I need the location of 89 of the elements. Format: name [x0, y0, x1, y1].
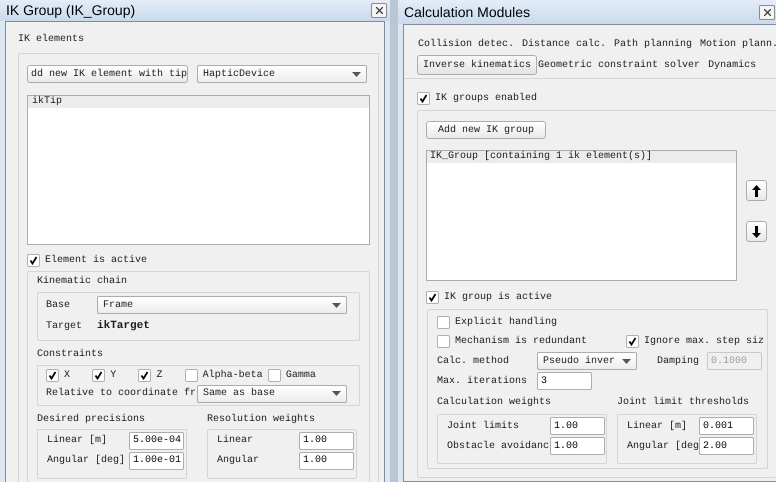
- tab[interactable]: Distance calc.: [521, 34, 608, 54]
- checkbox-label: Element is active: [45, 254, 148, 268]
- tab[interactable]: Collision detec.: [417, 34, 516, 54]
- input-field[interactable]: 1.00: [299, 452, 354, 470]
- checkbox[interactable]: [46, 368, 59, 382]
- checkbox-label: X: [64, 368, 70, 382]
- field-label: Calc. method: [437, 354, 510, 368]
- input-field[interactable]: 2.00: [699, 437, 754, 455]
- field-label: Max. iterations: [437, 374, 528, 388]
- field-label: Angular: [217, 454, 260, 468]
- check-icon: [140, 370, 150, 380]
- dropdown[interactable]: Frame: [97, 296, 347, 314]
- field-label: Linear [m]: [47, 434, 108, 448]
- field-label: Obstacle avoidanc: [447, 440, 550, 454]
- window-title: IK Group (IK_Group): [6, 1, 136, 20]
- checkbox[interactable]: [426, 291, 439, 304]
- tab[interactable]: Geometric constraint solver: [537, 55, 702, 75]
- field-label: Base: [46, 298, 72, 312]
- section-label: Kinematic chain: [37, 276, 128, 287]
- checkbox[interactable]: [138, 368, 152, 382]
- input-field[interactable]: 1.00e-01: [129, 452, 184, 470]
- check-icon: [48, 370, 57, 380]
- move-down-button[interactable]: [746, 221, 767, 242]
- add-element-button[interactable]: dd new IK element with tip: [27, 65, 188, 83]
- checkbox[interactable]: [27, 254, 40, 267]
- caret-icon: [352, 72, 361, 76]
- checkbox-label: Z: [156, 368, 162, 382]
- checkbox[interactable]: [417, 92, 430, 105]
- checkbox-label: Y: [110, 368, 116, 382]
- field-label: Relative to coordinate fr: [46, 386, 197, 401]
- close-button[interactable]: [371, 3, 387, 18]
- window-title: Calculation Modules: [404, 2, 530, 22]
- list-item[interactable]: ikTip: [28, 96, 369, 108]
- close-icon: [764, 8, 770, 16]
- checkbox-label: IK groups enabled: [435, 92, 538, 106]
- move-up-button[interactable]: [746, 180, 767, 201]
- checkbox[interactable]: [92, 368, 106, 382]
- tab[interactable]: Dynamics: [707, 55, 758, 75]
- tab[interactable]: Inverse kinematics: [417, 55, 538, 75]
- checkbox[interactable]: [184, 368, 198, 382]
- checkbox[interactable]: [437, 334, 450, 348]
- section-label: IK elements: [18, 34, 84, 45]
- down-arrow-icon: [752, 226, 761, 238]
- check-icon: [628, 336, 637, 346]
- field-label: Angular [deg]: [47, 454, 126, 468]
- checkbox-label: Ignore max. step siz: [644, 334, 764, 348]
- tab[interactable]: Path planning: [613, 34, 694, 54]
- dropdown[interactable]: Same as base: [197, 384, 347, 402]
- check-icon: [428, 293, 437, 302]
- check-icon: [29, 256, 38, 265]
- input-field[interactable]: 0.001: [699, 417, 754, 435]
- checkbox-label: Explicit handling: [455, 316, 558, 330]
- field-label: Target: [46, 320, 84, 334]
- dropdown[interactable]: Pseudo inver: [537, 352, 637, 370]
- field-label: Joint limits: [447, 420, 520, 434]
- section-label: Constraints: [37, 348, 104, 362]
- checkbox[interactable]: [437, 316, 450, 328]
- checkbox[interactable]: [626, 334, 639, 348]
- input-field[interactable]: 1.00: [299, 432, 354, 450]
- check-icon: [419, 94, 428, 103]
- section-label: Resolution weights: [207, 414, 316, 424]
- checkbox[interactable]: [268, 368, 281, 382]
- list-item[interactable]: IK_Group [containing 1 ik element(s)]: [427, 151, 736, 163]
- field-label: Damping: [657, 354, 700, 368]
- tab[interactable]: Motion plann.: [699, 34, 776, 54]
- caret-icon: [622, 358, 631, 364]
- field-label: Linear: [217, 434, 254, 448]
- checkbox-label: Alpha-beta: [202, 368, 263, 382]
- input-field[interactable]: 5.00e-04: [129, 432, 184, 450]
- input-field[interactable]: 1.00: [550, 437, 605, 455]
- caret-icon: [332, 302, 341, 308]
- checkbox-label: IK group is active: [444, 290, 552, 305]
- field-label: Angular [deg: [627, 440, 699, 454]
- target-name: ikTarget: [97, 319, 150, 334]
- input-field[interactable]: 3: [537, 372, 592, 390]
- close-button[interactable]: [759, 4, 775, 20]
- dropdown[interactable]: HapticDevice: [197, 65, 367, 83]
- checkbox-label: Gamma: [286, 368, 316, 382]
- add-group-button[interactable]: Add new IK group: [426, 121, 546, 139]
- field-label: Linear [m]: [627, 420, 688, 434]
- check-icon: [94, 370, 104, 380]
- caret-icon: [332, 391, 341, 396]
- close-icon: [376, 7, 382, 14]
- section-label: Calculation weights: [437, 397, 552, 408]
- section-label: Desired precisions: [37, 414, 146, 424]
- up-arrow-icon: [752, 184, 761, 196]
- section-label: Joint limit thresholds: [617, 397, 750, 408]
- checkbox-label: Mechanism is redundant: [455, 334, 588, 348]
- input-field[interactable]: 1.00: [550, 417, 605, 435]
